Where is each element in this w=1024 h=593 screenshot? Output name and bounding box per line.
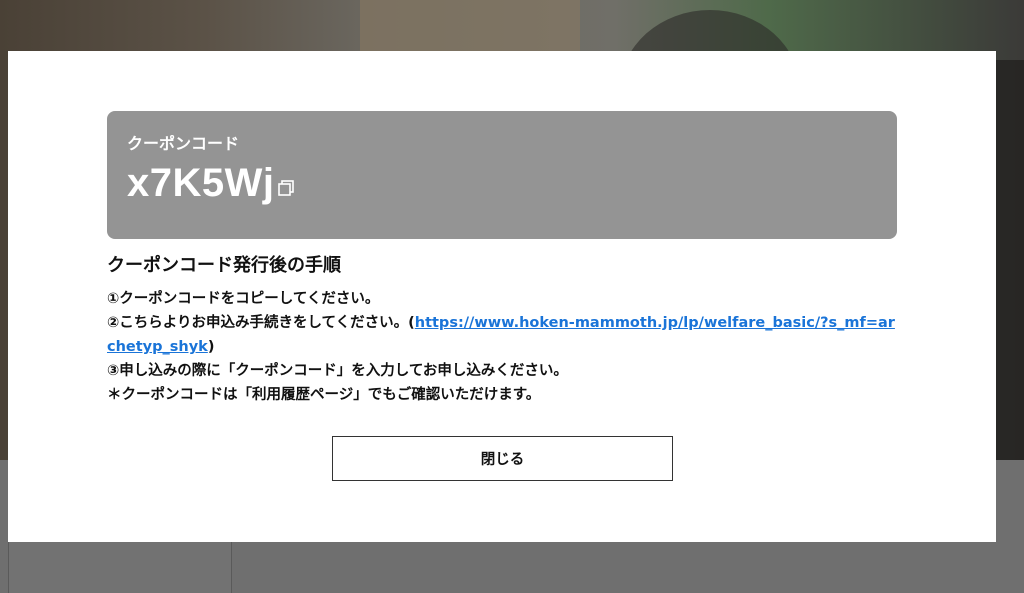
instruction-step-3: ③申し込みの際に「クーポンコード」を入力してお申し込みください。 — [107, 363, 568, 379]
instructions-title: クーポンコード発行後の手順 — [107, 255, 341, 276]
coupon-code-row: x7K5Wj — [127, 159, 877, 207]
coupon-code-value[interactable]: x7K5Wj — [127, 159, 275, 207]
instruction-step-2-text: ②こちらよりお申込み手続きをしてください。( — [107, 315, 415, 331]
instruction-note: ＊クーポンコードは「利用履歴ページ」でもご確認いただけます。 — [107, 387, 541, 403]
close-button[interactable]: 閉じる — [332, 436, 673, 481]
coupon-code-label: クーポンコード — [127, 134, 240, 153]
coupon-code-box: クーポンコード x7K5Wj — [107, 111, 897, 239]
instruction-step-2-close: ) — [207, 339, 215, 355]
instruction-step-1: ①クーポンコードをコピーしてください。 — [107, 291, 380, 307]
instruction-step-2: ②こちらよりお申込み手続きをしてください。(https://www.hoken-… — [107, 311, 897, 359]
instructions-list: ①クーポンコードをコピーしてください。 ②こちらよりお申込み手続きをしてください… — [107, 287, 897, 407]
copy-icon[interactable] — [277, 179, 295, 197]
coupon-modal: クーポンコード x7K5Wj クーポンコード発行後の手順 ①クーポンコードをコピ… — [8, 51, 996, 542]
background-card — [8, 540, 232, 593]
